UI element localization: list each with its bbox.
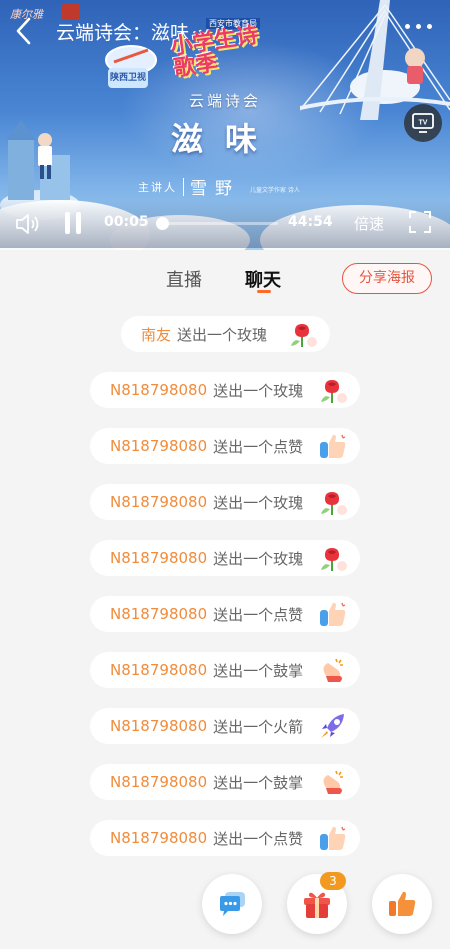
more-icon xyxy=(427,24,432,29)
seek-bar[interactable] xyxy=(156,217,278,230)
chat-message: N818798080 送出一个点赞 xyxy=(90,820,360,856)
thumbs-up-icon xyxy=(318,824,348,852)
chat-button[interactable] xyxy=(202,874,262,934)
chat-username[interactable]: N818798080 xyxy=(110,717,207,735)
thumbs-up-icon xyxy=(318,600,348,628)
fullscreen-icon xyxy=(409,211,431,233)
svg-text:TV: TV xyxy=(419,120,428,127)
channel-badge: 陕西卫视 xyxy=(108,68,148,88)
thumbs-up-icon xyxy=(389,891,416,916)
chat-message-text: 送出一个点赞 xyxy=(213,437,304,456)
chat-username[interactable]: N818798080 xyxy=(110,661,207,679)
tabs-bar: 直播 聊天 分享海报 xyxy=(0,250,450,306)
current-time: 00:05 xyxy=(104,214,149,230)
show-logo-text: 小学生诗歌季 xyxy=(169,22,260,82)
tv-icon: TV xyxy=(412,113,434,133)
more-icon xyxy=(405,24,410,29)
tab-chat[interactable]: 聊天 xyxy=(245,266,281,292)
gift-box-icon xyxy=(304,892,330,918)
speaker-name: 雪野 xyxy=(190,179,240,199)
series-title: 云端诗会 xyxy=(188,92,261,110)
rose-icon xyxy=(288,320,318,348)
chat-username[interactable]: N818798080 xyxy=(110,773,207,791)
chat-message: N818798080 送出一个玫瑰 xyxy=(90,372,360,408)
speaker-role: 主讲人 xyxy=(138,180,177,194)
chat-message: N818798080 送出一个鼓掌 xyxy=(90,652,360,688)
speaker-note: 儿童文学作家 诗人 xyxy=(250,187,300,194)
chat-message-text: 送出一个鼓掌 xyxy=(213,661,304,680)
rose-icon xyxy=(318,376,348,404)
speaker-divider xyxy=(183,177,184,196)
like-button[interactable] xyxy=(372,874,432,934)
clap-icon xyxy=(318,768,348,796)
chat-message: N818798080 送出一个点赞 xyxy=(90,596,360,632)
chat-message: N818798080 送出一个鼓掌 xyxy=(90,764,360,800)
chat-message-text: 送出一个玫瑰 xyxy=(177,325,268,344)
chat-username[interactable]: N818798080 xyxy=(110,381,207,399)
back-button[interactable] xyxy=(10,14,40,48)
thumbs-up-icon xyxy=(318,432,348,460)
volume-icon xyxy=(16,214,39,234)
pause-icon xyxy=(65,212,70,234)
fullscreen-button[interactable] xyxy=(408,210,432,234)
chat-username[interactable]: N818798080 xyxy=(110,437,207,455)
chat-message-text: 送出一个火箭 xyxy=(213,717,304,736)
more-button[interactable] xyxy=(405,24,432,29)
video-player[interactable]: 康尔雅 云端诗会：滋味 西安市教育局 小学生诗歌季 陕西卫视 云端诗会 滋味 主… xyxy=(0,0,450,250)
share-poster-button[interactable]: 分享海报 xyxy=(342,263,432,294)
chat-message-text: 送出一个鼓掌 xyxy=(213,773,304,792)
more-icon xyxy=(416,24,421,29)
chat-username[interactable]: N818798080 xyxy=(110,549,207,567)
chat-message: 南友 送出一个玫瑰 xyxy=(121,316,330,352)
show-logo: 西安市教育局 小学生诗歌季 xyxy=(168,16,272,82)
chat-message: N818798080 送出一个玫瑰 xyxy=(90,484,360,520)
total-time: 44:54 xyxy=(288,214,333,230)
rose-icon xyxy=(318,544,348,572)
chat-message-text: 送出一个玫瑰 xyxy=(213,493,304,512)
rocket-icon xyxy=(318,712,348,740)
gift-button[interactable]: 3 xyxy=(287,872,347,934)
pause-button[interactable] xyxy=(64,212,82,234)
chat-username[interactable]: N818798080 xyxy=(110,605,207,623)
speaker-row: 主讲人 雪野 儿童文学作家 诗人 xyxy=(138,174,300,199)
chat-message-text: 送出一个玫瑰 xyxy=(213,381,304,400)
seek-thumb[interactable] xyxy=(156,217,170,230)
chat-message-text: 送出一个玫瑰 xyxy=(213,549,304,568)
chat-username[interactable]: N818798080 xyxy=(110,829,207,847)
chat-message-text: 送出一个点赞 xyxy=(213,605,304,624)
episode-title: 滋味 xyxy=(170,120,279,158)
chat-message: N818798080 送出一个点赞 xyxy=(90,428,360,464)
tab-active-indicator xyxy=(257,290,271,293)
chat-message: N818798080 送出一个玫瑰 xyxy=(90,540,360,576)
clap-icon xyxy=(318,656,348,684)
tv-cast-button[interactable]: TV xyxy=(404,104,442,142)
volume-button[interactable] xyxy=(14,212,42,236)
chat-message-text: 送出一个点赞 xyxy=(213,829,304,848)
chat-bubble-icon xyxy=(220,892,245,916)
back-icon xyxy=(16,17,31,45)
playback-speed-button[interactable]: 倍速 xyxy=(354,213,384,234)
pause-icon xyxy=(76,212,81,234)
chat-username[interactable]: N818798080 xyxy=(110,493,207,511)
chat-message: N818798080 送出一个火箭 xyxy=(90,708,360,744)
chat-username[interactable]: 南友 xyxy=(141,324,171,345)
tab-live[interactable]: 直播 xyxy=(166,266,202,292)
gift-count-badge: 3 xyxy=(320,872,346,890)
rose-icon xyxy=(318,488,348,516)
player-controls: 00:05 44:54 倍速 xyxy=(0,200,450,248)
